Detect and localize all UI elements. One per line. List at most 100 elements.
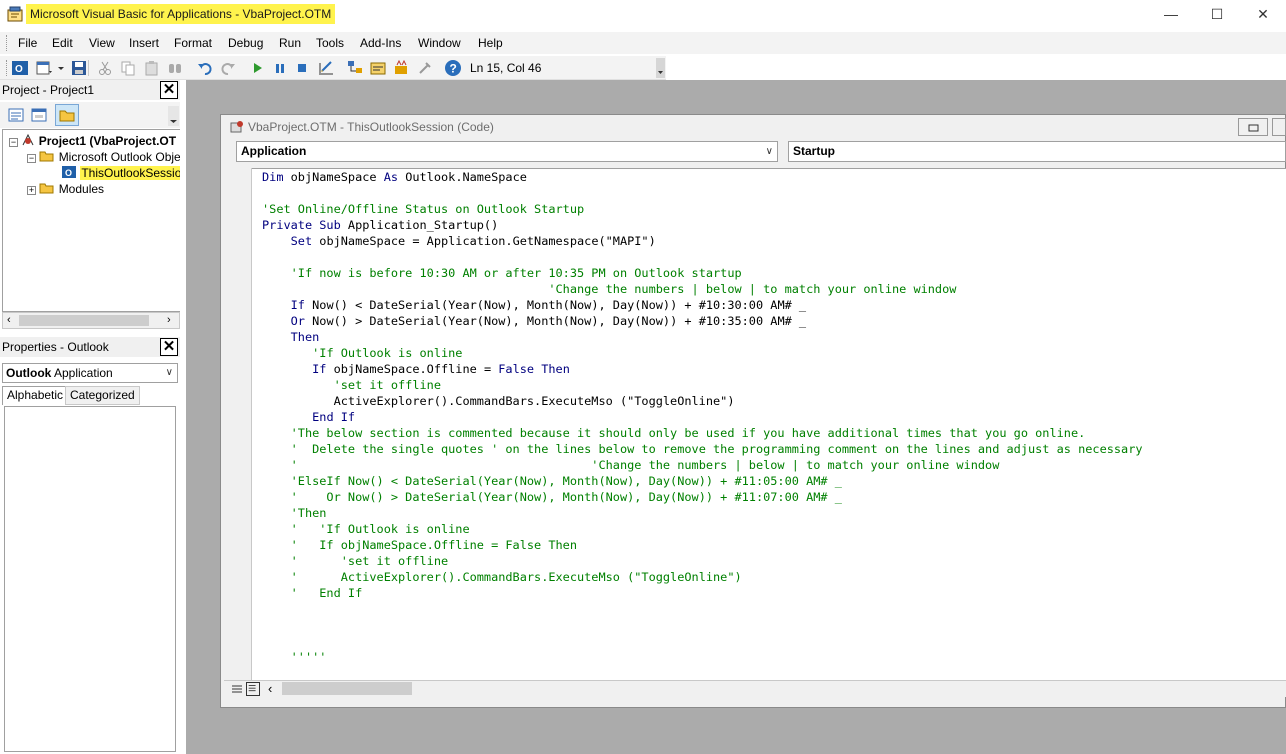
code-line[interactable]: [262, 185, 1143, 201]
menu-tools[interactable]: Tools: [315, 35, 345, 51]
code-line[interactable]: ' 'If Outlook is online: [262, 521, 1143, 537]
code-line[interactable]: [262, 617, 1143, 633]
menu-window[interactable]: Window: [417, 35, 462, 51]
object-browser-icon[interactable]: [392, 59, 410, 77]
code-line[interactable]: 'ElseIf Now() < DateSerial(Year(Now), Mo…: [262, 473, 1143, 489]
code-line[interactable]: [262, 601, 1143, 617]
object-combo[interactable]: Application ∨: [236, 141, 778, 162]
code-line[interactable]: [262, 249, 1143, 265]
code-line[interactable]: ' Or Now() > DateSerial(Year(Now), Month…: [262, 489, 1143, 505]
menu-format[interactable]: Format: [173, 35, 213, 51]
code-line[interactable]: ' ActiveExplorer().CommandBars.ExecuteMs…: [262, 569, 1143, 585]
code-line[interactable]: If objNameSpace.Offline = False Then: [262, 361, 1143, 377]
view-code-icon[interactable]: [8, 107, 24, 123]
undo-icon[interactable]: [196, 59, 214, 77]
scroll-thumb[interactable]: [19, 315, 149, 326]
toolbar-overflow[interactable]: [656, 58, 665, 78]
code-line[interactable]: ' Delete the single quotes ' on the line…: [262, 441, 1143, 457]
code-line[interactable]: If Now() < DateSerial(Year(Now), Month(N…: [262, 297, 1143, 313]
code-window-restore-button[interactable]: [1238, 118, 1268, 136]
procedure-view-icon[interactable]: [230, 682, 244, 696]
code-line[interactable]: 'If now is before 10:30 AM or after 10:3…: [262, 265, 1143, 281]
find-icon[interactable]: [166, 59, 184, 77]
insert-userform-icon[interactable]: [35, 59, 53, 77]
properties-icon[interactable]: [369, 59, 387, 77]
expand-icon[interactable]: +: [27, 185, 36, 195]
code-line[interactable]: ' End If: [262, 585, 1143, 601]
menu-debug[interactable]: Debug: [227, 35, 264, 51]
menu-view[interactable]: View: [88, 35, 116, 51]
outlook-icon[interactable]: O: [11, 59, 29, 77]
tree-item-project[interactable]: − Project1 (VbaProject.OT: [9, 133, 176, 149]
project-toolbar-scroll[interactable]: [168, 106, 179, 126]
close-button[interactable]: ✕: [1240, 0, 1286, 28]
copy-icon[interactable]: [119, 59, 137, 77]
full-module-view-icon[interactable]: [246, 682, 260, 696]
menu-add-ins[interactable]: Add-Ins: [359, 35, 402, 51]
code-lines[interactable]: Dim objNameSpace As Outlook.NameSpace 'Se…: [262, 169, 1143, 665]
code-window-extra-button[interactable]: [1272, 118, 1286, 136]
code-line[interactable]: 'Set Online/Offline Status on Outlook St…: [262, 201, 1143, 217]
code-line[interactable]: 'Then: [262, 505, 1143, 521]
menu-insert[interactable]: Insert: [128, 35, 160, 51]
code-line[interactable]: Private Sub Application_Startup(): [262, 217, 1143, 233]
toolbar-grip[interactable]: [6, 60, 9, 76]
break-icon[interactable]: [271, 59, 289, 77]
code-line[interactable]: 'set it offline: [262, 377, 1143, 393]
menu-grip[interactable]: [6, 35, 9, 51]
code-line[interactable]: End If: [262, 409, 1143, 425]
menu-file[interactable]: File: [17, 35, 38, 51]
chevron-down-icon[interactable]: ∨: [766, 142, 773, 161]
tab-alphabetic[interactable]: Alphabetic: [2, 386, 69, 405]
tree-item-modules[interactable]: + Modules: [27, 181, 104, 197]
menu-edit[interactable]: Edit: [51, 35, 74, 51]
minimize-button[interactable]: —: [1148, 0, 1194, 28]
menu-help[interactable]: Help: [477, 35, 504, 51]
save-icon[interactable]: [70, 59, 88, 77]
title-bar[interactable]: Microsoft Visual Basic for Applications …: [0, 0, 1286, 30]
project-explorer-icon[interactable]: [346, 59, 364, 77]
project-pane-close-button[interactable]: ✕: [160, 81, 178, 99]
chevron-down-icon[interactable]: ∨: [166, 364, 173, 382]
code-line[interactable]: Set objNameSpace = Application.GetNamesp…: [262, 233, 1143, 249]
tree-item-thisoutlooksession[interactable]: O ThisOutlookSession: [61, 165, 180, 181]
tree-item-outlook-objects[interactable]: − Microsoft Outlook Objec: [27, 149, 180, 165]
code-line[interactable]: Or Now() > DateSerial(Year(Now), Month(N…: [262, 313, 1143, 329]
reset-icon[interactable]: [293, 59, 311, 77]
design-mode-icon[interactable]: [317, 59, 335, 77]
code-line[interactable]: 'Change the numbers | below | to match y…: [262, 281, 1143, 297]
code-line[interactable]: 'If Outlook is online: [262, 345, 1143, 361]
view-object-icon[interactable]: [31, 107, 47, 123]
properties-grid[interactable]: [4, 406, 176, 752]
vba-app-icon[interactable]: [6, 5, 24, 23]
scroll-left-icon[interactable]: ‹: [7, 314, 11, 326]
properties-pane-close-button[interactable]: ✕: [160, 338, 178, 356]
menu-run[interactable]: Run: [278, 35, 302, 51]
code-line[interactable]: ' 'set it offline: [262, 553, 1143, 569]
scroll-left-icon[interactable]: ‹: [268, 681, 272, 696]
paste-icon[interactable]: [143, 59, 161, 77]
run-icon[interactable]: [248, 59, 266, 77]
code-line[interactable]: [262, 633, 1143, 649]
project-tree-hscrollbar[interactable]: ‹ ›: [2, 312, 180, 329]
cut-icon[interactable]: [96, 59, 114, 77]
code-line[interactable]: Then: [262, 329, 1143, 345]
scroll-right-icon[interactable]: ›: [167, 314, 171, 326]
code-line[interactable]: 'The below section is commented because …: [262, 425, 1143, 441]
properties-object-select[interactable]: Outlook Application ∨: [2, 363, 178, 383]
chevron-down-icon[interactable]: [52, 59, 64, 77]
margin-indicator-bar[interactable]: [224, 168, 252, 680]
code-line[interactable]: Dim objNameSpace As Outlook.NameSpace: [262, 169, 1143, 185]
code-line[interactable]: ' 'Change the numbers | below | to match…: [262, 457, 1143, 473]
code-hscroll-thumb[interactable]: [282, 682, 412, 695]
code-line[interactable]: ''''': [262, 649, 1143, 665]
toggle-folders-button[interactable]: [55, 104, 79, 126]
maximize-button[interactable]: ☐: [1194, 0, 1240, 28]
tab-categorized[interactable]: Categorized: [65, 386, 140, 405]
code-line[interactable]: ' If objNameSpace.Offline = False Then: [262, 537, 1143, 553]
help-icon[interactable]: ?: [444, 59, 462, 77]
code-line[interactable]: ActiveExplorer().CommandBars.ExecuteMso …: [262, 393, 1143, 409]
redo-icon[interactable]: [219, 59, 237, 77]
collapse-icon[interactable]: −: [27, 153, 36, 163]
procedure-combo[interactable]: Startup: [788, 141, 1286, 162]
